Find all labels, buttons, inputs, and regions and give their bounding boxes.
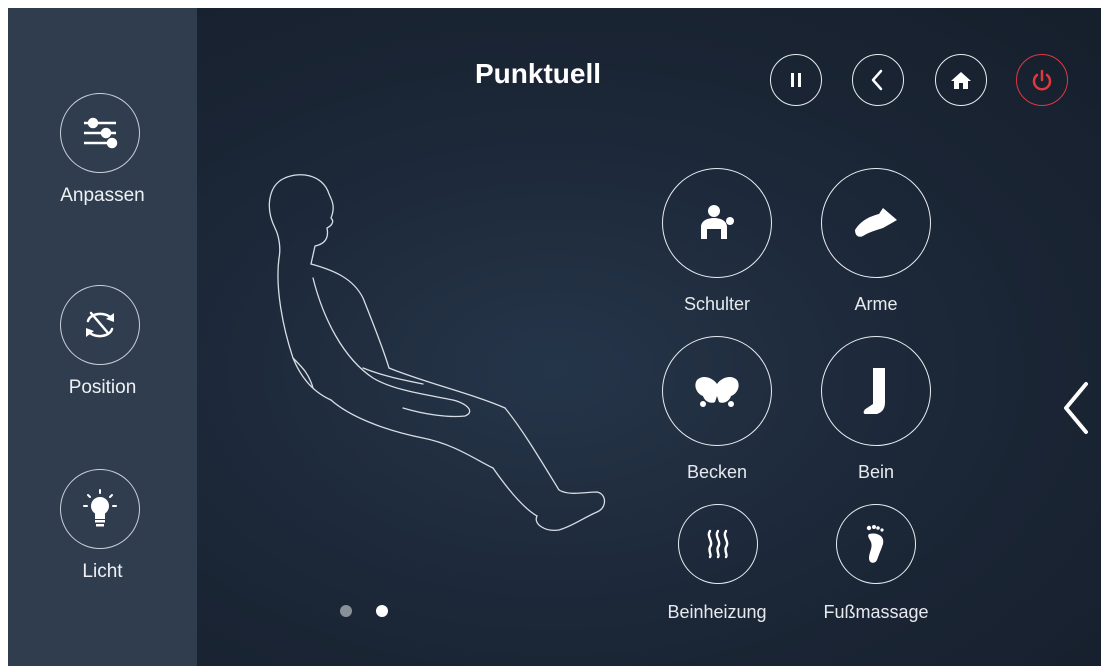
sidebar-item-label: Licht bbox=[82, 561, 123, 582]
back-icon bbox=[871, 69, 883, 91]
page-dot-2-active[interactable] bbox=[376, 605, 388, 617]
chevron-left-icon bbox=[1064, 382, 1088, 434]
sidebar-item-position[interactable]: Position bbox=[8, 285, 197, 415]
pelvis-icon bbox=[662, 336, 772, 446]
function-label: Arme bbox=[854, 294, 898, 314]
app-screen: Anpassen Position Licht Punktuell Schult… bbox=[8, 8, 1101, 666]
function-label: Schulter bbox=[683, 294, 751, 314]
function-beinheizung[interactable]: Beinheizung bbox=[647, 504, 787, 634]
function-schulter[interactable]: Schulter bbox=[647, 168, 787, 328]
pause-button[interactable] bbox=[770, 54, 822, 106]
function-label: Becken bbox=[686, 462, 748, 482]
power-button[interactable] bbox=[1016, 54, 1068, 106]
heating-icon bbox=[678, 504, 758, 584]
home-icon bbox=[951, 72, 971, 89]
page-title: Punktuell bbox=[474, 58, 601, 89]
rotate-icon bbox=[60, 285, 140, 365]
next-page-button[interactable] bbox=[1058, 378, 1098, 438]
leg-icon bbox=[821, 336, 931, 446]
foot-icon bbox=[836, 504, 916, 584]
sidebar-item-anpassen[interactable]: Anpassen bbox=[8, 93, 197, 223]
function-becken[interactable]: Becken bbox=[647, 336, 787, 496]
sidebar-item-label: Anpassen bbox=[60, 185, 145, 206]
shoulder-icon bbox=[662, 168, 772, 278]
sidebar: Anpassen Position Licht bbox=[8, 8, 197, 666]
function-label: Bein bbox=[857, 462, 895, 482]
function-label: Fußmassage bbox=[823, 602, 929, 622]
sliders-icon bbox=[60, 93, 140, 173]
body-outline-illustration bbox=[268, 174, 606, 531]
lightbulb-icon bbox=[60, 469, 140, 549]
arm-icon bbox=[821, 168, 931, 278]
power-icon bbox=[1032, 69, 1052, 91]
function-bein[interactable]: Bein bbox=[806, 336, 946, 496]
function-arme[interactable]: Arme bbox=[806, 168, 946, 328]
home-button[interactable] bbox=[935, 54, 987, 106]
function-label: Beinheizung bbox=[667, 602, 767, 622]
function-fussmassage[interactable]: Fußmassage bbox=[806, 504, 946, 634]
back-button[interactable] bbox=[852, 54, 904, 106]
page-dot-1[interactable] bbox=[340, 605, 352, 617]
sidebar-item-label: Position bbox=[68, 377, 137, 398]
pause-icon bbox=[791, 73, 801, 87]
sidebar-item-licht[interactable]: Licht bbox=[8, 469, 197, 599]
